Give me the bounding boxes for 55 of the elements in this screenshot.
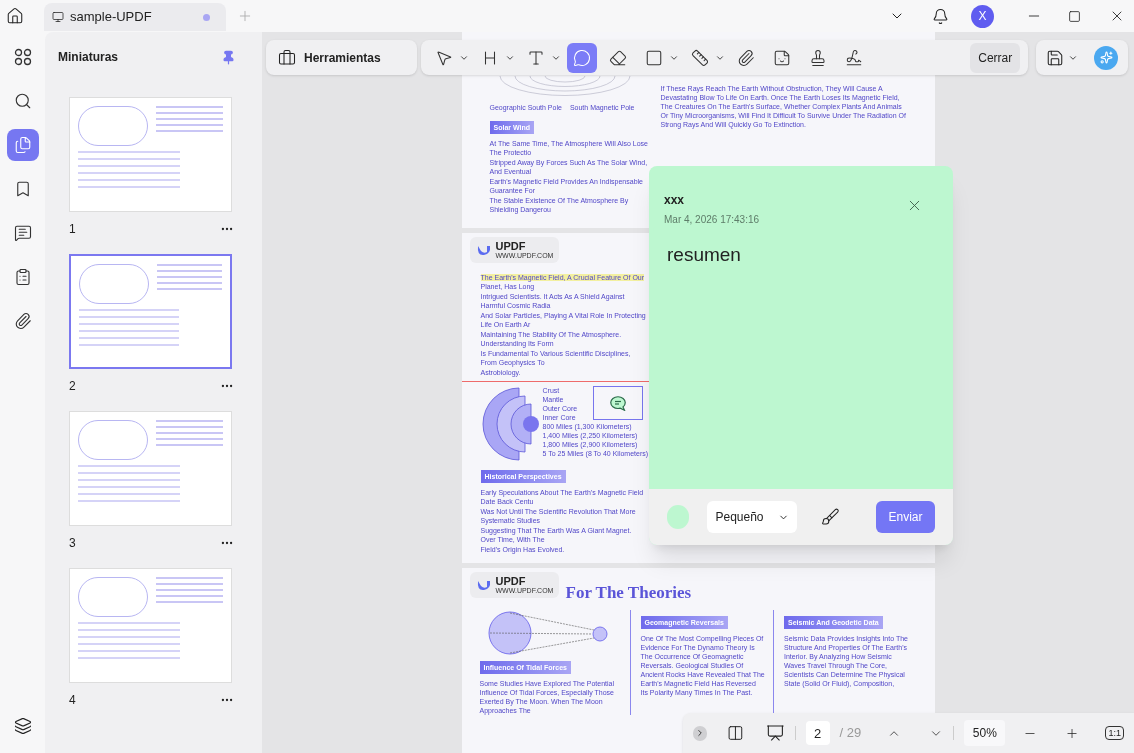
signature-icon <box>844 48 863 67</box>
monitor-icon <box>52 11 64 23</box>
actual-size-button[interactable]: 1:1 <box>1105 726 1124 740</box>
ruler-icon <box>690 48 709 67</box>
paperclip-icon <box>736 48 755 67</box>
page-title: For The Theories <box>565 583 692 602</box>
page-number: 4 <box>69 691 76 709</box>
logo-icon <box>475 578 492 592</box>
toolbox-icon <box>278 48 296 67</box>
square-icon <box>644 48 663 67</box>
comment-author: xxx <box>664 192 686 209</box>
comment-icon <box>572 48 591 67</box>
stamp-icon <box>808 48 827 67</box>
sticker-icon <box>772 48 791 67</box>
page-total: / 29 <box>839 724 862 743</box>
logo-text: UPDF <box>495 575 527 587</box>
form-icon <box>13 268 32 286</box>
pages-icon <box>13 136 32 154</box>
tools-button[interactable]: Herramientas <box>266 40 417 75</box>
pointer-icon <box>434 48 453 67</box>
maximize-icon[interactable] <box>1068 9 1081 23</box>
color-swatch[interactable] <box>667 505 690 529</box>
document-tab[interactable]: sample-UPDF <box>44 3 226 31</box>
grid-icon <box>13 48 32 66</box>
eraser-icon <box>608 48 627 67</box>
zoom-level[interactable]: 50% <box>964 720 1006 746</box>
presentation-icon[interactable] <box>765 723 785 743</box>
comment-icon <box>609 395 626 411</box>
page-number: 2 <box>69 377 76 395</box>
page-thumbnail[interactable] <box>69 254 232 369</box>
panel-title: Miniaturas <box>58 49 119 66</box>
save-icon[interactable] <box>1046 48 1065 67</box>
chevron-right-icon <box>695 728 705 738</box>
close-button[interactable]: Cerrar <box>970 42 1021 73</box>
bell-icon[interactable] <box>932 7 949 25</box>
pin-icon[interactable] <box>221 49 236 65</box>
layers-icon[interactable] <box>13 717 32 735</box>
page-number: 3 <box>69 534 76 552</box>
user-avatar[interactable]: X <box>971 4 994 28</box>
comment-marker[interactable] <box>592 386 643 420</box>
page-input[interactable]: 2 <box>805 721 830 745</box>
logo-text: UPDF <box>495 240 527 252</box>
brush-icon[interactable] <box>821 507 841 527</box>
home-icon[interactable] <box>6 7 24 25</box>
comment-icon <box>13 224 32 242</box>
paperclip-icon <box>13 312 32 330</box>
logo-icon <box>475 243 492 257</box>
send-button[interactable]: Enviar <box>876 501 935 533</box>
expand-button[interactable] <box>693 725 708 741</box>
text-icon <box>526 48 545 67</box>
page-number: 1 <box>69 220 76 238</box>
comment-date: Mar 4, 2026 17:43:16 <box>664 213 761 227</box>
size-dropdown[interactable]: Pequeño <box>707 501 798 533</box>
two-page-icon[interactable] <box>727 724 744 742</box>
search-icon <box>13 92 32 110</box>
